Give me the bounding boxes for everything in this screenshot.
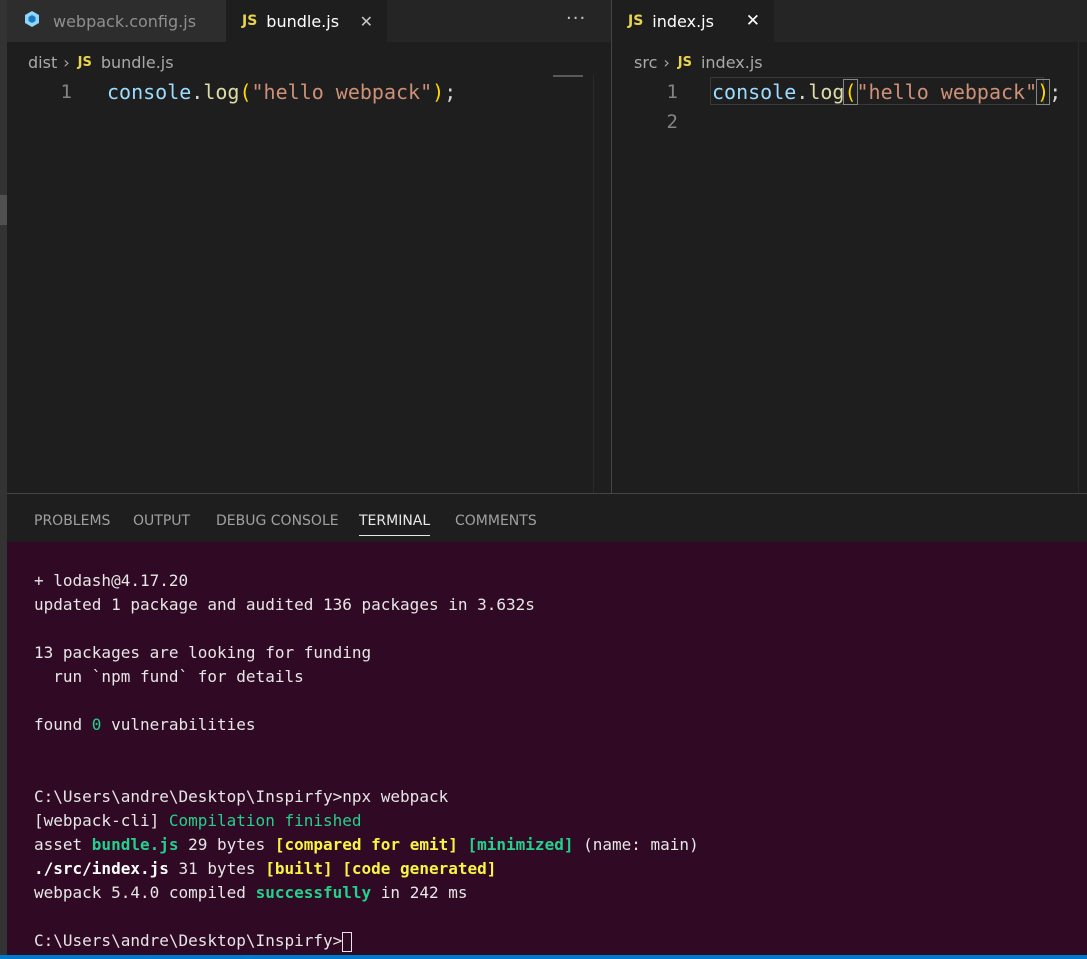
tab-bundle-js[interactable]: JS bundle.js ✕ bbox=[226, 0, 387, 42]
terminal-cursor bbox=[342, 931, 353, 952]
terminal-bottom-border bbox=[0, 955, 1087, 959]
tab-label: webpack.config.js bbox=[53, 11, 197, 31]
editor-split-divider[interactable] bbox=[611, 0, 612, 493]
terminal-line: + lodash@4.17.20 bbox=[34, 571, 189, 590]
token-semicolon: ; bbox=[444, 80, 457, 104]
text bbox=[458, 835, 468, 854]
terminal-line: 13 packages are looking for funding bbox=[34, 643, 372, 662]
js-icon: JS bbox=[77, 54, 92, 70]
activity-marker bbox=[0, 195, 7, 225]
right-scroll-edge[interactable] bbox=[1078, 42, 1087, 493]
close-icon[interactable]: ✕ bbox=[360, 12, 373, 31]
status-text: Compilation finished bbox=[168, 811, 362, 830]
js-icon: JS bbox=[242, 13, 258, 29]
text: (name: main) bbox=[573, 835, 699, 854]
token-string: "hello webpack" bbox=[251, 80, 433, 104]
webpack-cube-icon bbox=[23, 10, 41, 32]
text: webpack 5.4.0 compiled bbox=[34, 883, 256, 902]
line-number: 1 bbox=[666, 81, 678, 103]
text: vulnerabilities bbox=[101, 715, 256, 734]
tab-output[interactable]: OUTPUT bbox=[133, 513, 190, 529]
breadcrumb-left: dist › JS bundle.js bbox=[28, 50, 174, 74]
token-paren-open: ( bbox=[843, 79, 858, 105]
code-line-1[interactable]: console.log("hello webpack"); bbox=[712, 77, 1061, 107]
terminal-prompt-line[interactable]: C:\Users\andre\Desktop\Inspirfy> bbox=[34, 929, 699, 953]
breadcrumb-right: src › JS index.js bbox=[634, 50, 763, 74]
tab-label: index.js bbox=[652, 11, 714, 31]
panel-tab-bar: PROBLEMS OUTPUT DEBUG CONSOLE TERMINAL C… bbox=[7, 494, 1087, 542]
terminal-output: + lodash@4.17.20 updated 1 package and a… bbox=[34, 569, 699, 953]
text: 29 bytes bbox=[178, 835, 275, 854]
token-paren-close: ) bbox=[1036, 79, 1051, 105]
text: found bbox=[34, 715, 92, 734]
text: asset bbox=[34, 835, 92, 854]
token-semicolon: ; bbox=[1049, 80, 1062, 104]
chevron-right-icon: › bbox=[663, 52, 670, 72]
breadcrumb-folder[interactable]: dist bbox=[28, 53, 57, 72]
tab-debug-console[interactable]: DEBUG CONSOLE bbox=[216, 513, 339, 529]
token-dot: . bbox=[796, 80, 809, 104]
activity-edge bbox=[0, 0, 7, 959]
tab-terminal[interactable]: TERMINAL bbox=[359, 513, 430, 529]
status-text: successfully bbox=[255, 883, 372, 902]
token-dot: . bbox=[191, 80, 204, 104]
tab-problems[interactable]: PROBLEMS bbox=[34, 513, 110, 529]
tab-comments[interactable]: COMMENTS bbox=[455, 513, 537, 529]
terminal-line: updated 1 package and audited 136 packag… bbox=[34, 595, 535, 614]
module-path: ./src/index.js bbox=[34, 859, 169, 878]
text: [webpack-cli] bbox=[34, 811, 169, 830]
token-string: "hello webpack" bbox=[856, 80, 1038, 104]
tab-webpack-config[interactable]: webpack.config.js bbox=[7, 0, 226, 42]
tab-index-js[interactable]: JS index.js ✕ bbox=[612, 0, 774, 42]
js-icon: JS bbox=[677, 54, 692, 70]
prompt: C:\Users\andre\Desktop\Inspirfy> bbox=[34, 931, 343, 950]
terminal-line: C:\Users\andre\Desktop\Inspirfy>npx webp… bbox=[34, 787, 449, 806]
close-icon[interactable]: ✕ bbox=[746, 11, 760, 31]
tab-label: bundle.js bbox=[266, 11, 340, 31]
terminal-line: found 0 vulnerabilities bbox=[34, 713, 699, 737]
terminal-line: ./src/index.js 31 bytes [built] [code ge… bbox=[34, 857, 699, 881]
terminal-line: [webpack-cli] Compilation finished bbox=[34, 809, 699, 833]
token-object: console bbox=[107, 80, 192, 104]
minimap[interactable] bbox=[553, 75, 583, 77]
terminal-line: webpack 5.4.0 compiled successfully in 2… bbox=[34, 881, 699, 905]
overview-ruler[interactable] bbox=[593, 75, 594, 493]
text: 31 bytes bbox=[168, 859, 266, 878]
flag: [minimized] bbox=[467, 835, 574, 854]
vuln-count: 0 bbox=[91, 715, 102, 734]
token-paren-close: ) bbox=[432, 80, 445, 104]
flag: [built] [code generated] bbox=[265, 859, 497, 878]
flag: [compared for emit] bbox=[274, 835, 458, 854]
line-number: 2 bbox=[666, 111, 678, 133]
text: in 242 ms bbox=[371, 883, 468, 902]
breadcrumb-file[interactable]: bundle.js bbox=[101, 53, 174, 72]
terminal-line: run `npm fund` for details bbox=[34, 667, 304, 686]
more-actions-icon[interactable]: ··· bbox=[566, 8, 586, 29]
code-line-1[interactable]: console.log("hello webpack"); bbox=[107, 77, 456, 107]
line-number: 1 bbox=[60, 81, 72, 103]
token-paren-open: ( bbox=[239, 80, 252, 104]
token-function: log bbox=[203, 80, 240, 104]
terminal-line: asset bundle.js 29 bytes [compared for e… bbox=[34, 833, 699, 857]
token-object: console bbox=[712, 80, 797, 104]
active-tab-underline bbox=[359, 535, 430, 536]
token-function: log bbox=[808, 80, 845, 104]
breadcrumb-file[interactable]: index.js bbox=[701, 53, 763, 72]
js-icon: JS bbox=[628, 13, 644, 29]
chevron-right-icon: › bbox=[63, 52, 70, 72]
asset-name: bundle.js bbox=[91, 835, 179, 854]
breadcrumb-folder[interactable]: src bbox=[634, 53, 657, 72]
